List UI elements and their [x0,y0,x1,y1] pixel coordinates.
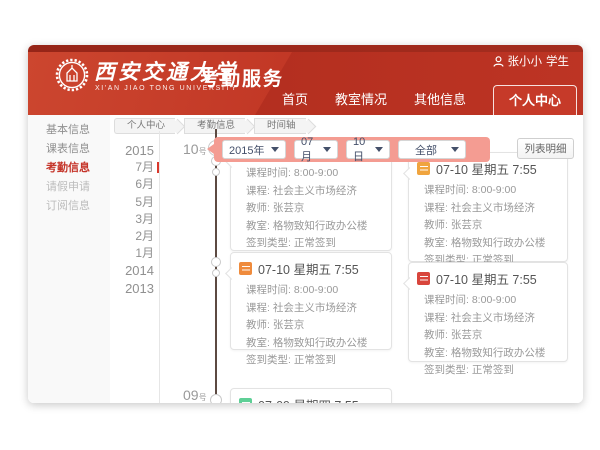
list-detail-button[interactable]: 列表明细 [517,138,574,159]
month-select[interactable]: 07月 [294,140,338,159]
sidebar-item-subscription-info[interactable]: 订阅信息 [46,197,90,213]
card-header: 07-10 星期五 7:55 [231,253,391,280]
sidebar-item-basic-info[interactable]: 基本信息 [46,121,90,137]
sidebar-item-leave-request[interactable]: 请假申请 [46,178,90,194]
timeline-year[interactable]: 2014 [112,262,154,279]
timeline-node [210,394,222,403]
card-body: 课程时间: 8:00-9:00 课程: 社会主义市场经济 教师: 张芸京 教室:… [409,290,567,386]
timeline-month[interactable]: 6月 [112,176,154,193]
card-title: 07-10 星期五 7:55 [258,259,359,278]
user-menu[interactable]: 张小小 学生 [493,53,570,69]
user-icon [493,56,504,67]
timeline-month[interactable]: 3月 [112,211,154,228]
university-logo-icon [55,58,89,92]
timeline-node [212,269,220,277]
card-body: 课程时间: 8:00-9:00 课程: 社会主义市场经济 教师: 张芸京 教室:… [231,280,391,376]
attendance-card: 07-09 星期四 7:55 [230,388,392,403]
timeline-month[interactable]: 2月 [112,228,154,245]
month-column-divider [159,131,160,403]
timeline-year[interactable]: 2015 [112,142,154,159]
timeline-month[interactable]: 7月 [112,159,154,176]
timeline-node [212,168,220,176]
attendance-card: 07-10 星期五 7:55 课程时间: 8:00-9:00 课程: 社会主义市… [230,252,392,350]
header-banner: 西安交通大学 XI'AN JIAO TONG UNIVERSITY 考勤服务 张… [28,45,583,115]
breadcrumb-personal-center[interactable]: 个人中心 [114,118,175,134]
timeline-month[interactable]: 1月 [112,245,154,262]
current-month-marker [157,162,159,173]
banner-top-strip [28,45,583,52]
card-header: 07-10 星期五 7:55 [409,263,567,290]
attendance-card: 07-10 星期五 7:55 课程时间: 8:00-9:00 课程: 社会主义市… [408,152,568,262]
user-role: 学生 [546,53,569,69]
day-marker-09: 09号 [183,387,207,403]
year-select[interactable]: 2015年 [222,140,286,159]
day-marker-10: 10号 [183,141,207,159]
day-select[interactable]: 10日 [346,140,390,159]
attendance-type-badge-icon [417,162,430,175]
sidebar-item-schedule-info[interactable]: 课表信息 [46,140,90,156]
attendance-type-badge-icon [417,272,430,285]
card-title: 07-09 星期四 7:55 [258,395,359,403]
attendance-type-badge-icon [239,398,252,403]
card-title: 07-10 星期五 7:55 [436,269,537,288]
nav-tab-personal-center[interactable]: 个人中心 [493,85,577,115]
timeline-node [211,257,221,267]
chevron-down-icon [323,147,331,152]
nav-item-classrooms[interactable]: 教室情况 [335,85,387,115]
chevron-down-icon [451,147,459,152]
main-nav: 首页 教室情况 其他信息 个人中心 [282,85,583,115]
sidebar-item-attendance-info[interactable]: 考勤信息 [46,159,90,175]
content-area: 基本信息 课表信息 考勤信息 请假申请 订阅信息 个人中心 考勤信息 时间轴 2… [28,115,583,403]
timeline-year[interactable]: 2013 [112,280,154,297]
attendance-card: 07-10 星期五 7:55 课程时间: 8:00-9:00 课程: 社会主义市… [408,262,568,362]
app-title: 考勤服务 [200,64,284,91]
app-window: 西安交通大学 XI'AN JIAO TONG UNIVERSITY 考勤服务 张… [28,45,583,403]
nav-item-other-info[interactable]: 其他信息 [414,85,466,115]
page-background: 西安交通大学 XI'AN JIAO TONG UNIVERSITY 考勤服务 张… [0,0,600,450]
card-body: 课程时间: 8:00-9:00 课程: 社会主义市场经济 教师: 张芸京 教室:… [231,163,391,259]
user-name: 张小小 [508,53,543,69]
timeline-year-month-list: 2015 7月 6月 5月 3月 2月 1月 2014 2013 [112,142,154,297]
timeline-month[interactable]: 5月 [112,194,154,211]
nav-item-home[interactable]: 首页 [282,85,308,115]
card-header: 07-09 星期四 7:55 [231,389,391,403]
attendance-type-badge-icon [239,262,252,275]
chevron-down-icon [375,147,383,152]
date-filter-bar: 2015年 07月 10日 全部 [214,137,490,162]
breadcrumb-timeline[interactable]: 时间轴 [254,118,306,134]
chevron-down-icon [271,147,279,152]
type-select[interactable]: 全部 [398,140,466,159]
